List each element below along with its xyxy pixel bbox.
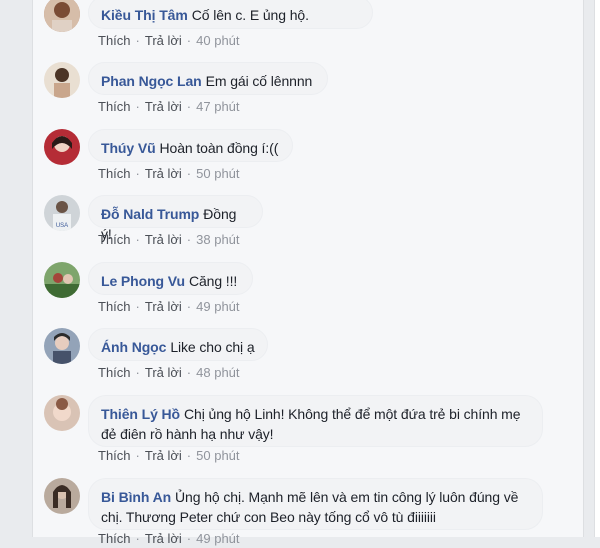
commenter-name[interactable]: Ánh Ngọc <box>101 339 166 355</box>
comment-bubble: Thúy Vũ Hoàn toàn đồng í:(( <box>88 129 293 162</box>
avatar-icon <box>44 129 80 165</box>
comment: Bi Bình An Ủng hộ chị. Mạnh mẽ lên và em … <box>44 478 564 548</box>
like-link[interactable]: Thích <box>98 232 131 247</box>
commenter-name[interactable]: Phan Ngọc Lan <box>101 73 202 89</box>
reply-link[interactable]: Trả lời <box>145 448 182 463</box>
separator: · <box>135 299 140 314</box>
comment: Kiều Thị Tâm Cố lên c. E ủng hộ. Thích · Tr… <box>44 0 564 50</box>
comment-actions: Thích · Trả lời · 50 phút <box>98 448 240 463</box>
comment: Ánh Ngọc Like cho chị ạ Thích · Trả lời · 48 … <box>44 328 564 382</box>
separator: · <box>135 365 140 380</box>
timestamp[interactable]: 49 phút <box>196 531 239 546</box>
separator: · <box>135 166 140 181</box>
timestamp[interactable]: 48 phút <box>196 365 239 380</box>
comment-bubble: Kiều Thị Tâm Cố lên c. E ủng hộ. <box>88 0 373 29</box>
comment-text: Like cho chị ạ <box>170 339 255 355</box>
commenter-name[interactable]: Thiên Lý Hồ <box>101 406 180 422</box>
separator: · <box>186 448 192 463</box>
comment-text: Cố lên c. E ủng hộ. <box>191 7 309 23</box>
reply-link[interactable]: Trả lời <box>145 299 182 314</box>
avatar[interactable] <box>44 395 80 431</box>
avatar-icon <box>44 328 80 364</box>
separator: · <box>186 99 192 114</box>
comment-actions: Thích · Trả lời · 50 phút <box>98 166 240 181</box>
comment-actions: Thích · Trả lời · 48 phút <box>98 365 240 380</box>
separator: · <box>186 299 192 314</box>
comment-text: Căng !!! <box>188 273 238 289</box>
avatar-icon <box>44 395 80 431</box>
comment-bubble: Bi Bình An Ủng hộ chị. Mạnh mẽ lên và em … <box>88 478 543 530</box>
separator: · <box>186 166 192 181</box>
commenter-name[interactable]: Le Phong Vu <box>101 273 185 289</box>
comment-actions: Thích · Trả lời · 49 phút <box>98 299 240 314</box>
separator: · <box>186 531 192 546</box>
timestamp[interactable]: 40 phút <box>196 33 239 48</box>
separator: · <box>186 365 192 380</box>
timestamp[interactable]: 50 phút <box>196 448 239 463</box>
reply-link[interactable]: Trả lời <box>145 531 182 546</box>
reply-link[interactable]: Trả lời <box>145 365 182 380</box>
separator: · <box>135 232 140 247</box>
reply-link[interactable]: Trả lời <box>145 232 182 247</box>
like-link[interactable]: Thích <box>98 33 131 48</box>
timestamp[interactable]: 47 phút <box>196 99 239 114</box>
separator: · <box>186 232 192 247</box>
avatar-icon <box>44 478 80 514</box>
svg-text:USA: USA <box>56 223 68 229</box>
like-link[interactable]: Thích <box>98 299 131 314</box>
avatar[interactable] <box>44 478 80 514</box>
reply-link[interactable]: Trả lời <box>145 99 182 114</box>
separator: · <box>135 33 140 48</box>
reply-link[interactable]: Trả lời <box>145 166 182 181</box>
commenter-name[interactable]: Bi Bình An <box>101 489 171 505</box>
avatar[interactable] <box>44 0 80 32</box>
separator: · <box>135 99 140 114</box>
avatar[interactable] <box>44 328 80 364</box>
comment: Le Phong Vu Căng !!! Thích · Trả lời · 49 phú… <box>44 262 564 316</box>
avatar[interactable] <box>44 129 80 165</box>
like-link[interactable]: Thích <box>98 99 131 114</box>
comment-bubble: Phan Ngọc Lan Em gái cố lênnnn <box>88 62 328 95</box>
timestamp[interactable]: 38 phút <box>196 232 239 247</box>
avatar[interactable] <box>44 62 80 98</box>
comment-text: Em gái cố lênnnn <box>205 73 313 89</box>
comment-actions: Thích · Trả lời · 40 phút <box>98 33 240 48</box>
like-link[interactable]: Thích <box>98 448 131 463</box>
separator: · <box>135 448 140 463</box>
avatar-icon <box>44 262 80 298</box>
comment: USA Đỗ Nald Trump Đồng ý! Thích · Trả lời · 3… <box>44 195 564 249</box>
comment: Thiên Lý Hồ Chị ủng hộ Linh! Không thể để… <box>44 395 564 471</box>
avatar[interactable] <box>44 262 80 298</box>
comment-bubble: Thiên Lý Hồ Chị ủng hộ Linh! Không thể để… <box>88 395 543 447</box>
timestamp[interactable]: 50 phút <box>196 166 239 181</box>
like-link[interactable]: Thích <box>98 365 131 380</box>
right-edge <box>594 0 600 537</box>
separator: · <box>135 531 140 546</box>
commenter-name[interactable]: Thúy Vũ <box>101 140 156 156</box>
commenter-name[interactable]: Đỗ Nald Trump <box>101 206 199 222</box>
avatar[interactable]: USA <box>44 195 80 231</box>
timestamp[interactable]: 49 phút <box>196 299 239 314</box>
comment-bubble: Le Phong Vu Căng !!! <box>88 262 253 295</box>
reply-link[interactable]: Trả lời <box>145 33 182 48</box>
comment: Thúy Vũ Hoàn toàn đồng í:(( Thích · Trả lời… <box>44 129 564 183</box>
like-link[interactable]: Thích <box>98 531 131 546</box>
comment-bubble: Ánh Ngọc Like cho chị ạ <box>88 328 268 361</box>
comment-actions: Thích · Trả lời · 38 phút <box>98 232 240 247</box>
separator: · <box>186 33 192 48</box>
comment-text: Hoàn toàn đồng í:(( <box>159 140 279 156</box>
commenter-name[interactable]: Kiều Thị Tâm <box>101 7 188 23</box>
avatar-icon <box>44 62 80 98</box>
avatar-icon: USA <box>44 195 80 231</box>
comment: Phan Ngọc Lan Em gái cố lênnnn Thích · Trả … <box>44 62 564 116</box>
like-link[interactable]: Thích <box>98 166 131 181</box>
comment-actions: Thích · Trả lời · 49 phút <box>98 531 240 546</box>
comment-actions: Thích · Trả lời · 47 phút <box>98 99 240 114</box>
comment-bubble: Đỗ Nald Trump Đồng ý! <box>88 195 263 242</box>
avatar-icon <box>44 0 80 32</box>
